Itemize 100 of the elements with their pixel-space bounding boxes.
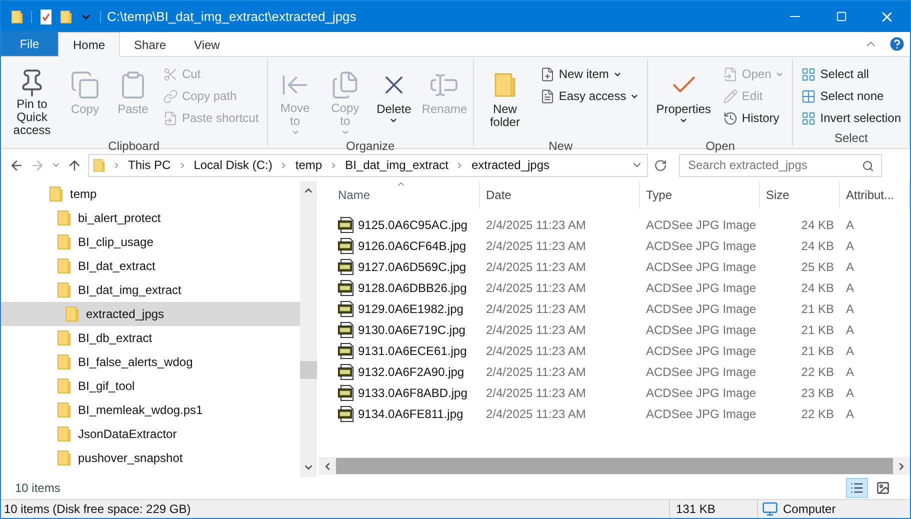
- nav-tree-item[interactable]: BI_gif_tool: [1, 374, 300, 398]
- folder-icon: [65, 306, 79, 322]
- details-view-button[interactable]: [846, 478, 868, 498]
- table-cell-text: 2/4/2025 11:23 AM: [486, 300, 586, 318]
- jpg-file-icon: [338, 322, 354, 338]
- table-cell-text: A: [846, 322, 854, 338]
- nav-tree-item[interactable]: temp: [1, 182, 300, 206]
- breadcrumb[interactable]: BI_dat_img_extract: [345, 156, 448, 174]
- ribbon-button[interactable]: Select all: [797, 63, 905, 85]
- folder-icon: [49, 186, 63, 202]
- breadcrumb[interactable]: extracted_jpgs: [471, 156, 550, 174]
- folder-icon: [57, 402, 71, 418]
- nav-tree-item[interactable]: pushover_snapshot: [1, 446, 300, 470]
- scroll-thumb[interactable]: [300, 361, 318, 379]
- jpg-file-icon: [338, 300, 354, 316]
- table-cell-text: 2/4/2025 11:23 AM: [486, 238, 586, 254]
- ribbon-button[interactable]: Invert selection: [797, 107, 905, 129]
- up-button[interactable]: [67, 158, 82, 172]
- table-cell[interactable]: 9125.0A6C95AC.jpg: [358, 216, 468, 234]
- scissors-icon: [162, 66, 178, 82]
- table-cell-text: 2/4/2025 11:23 AM: [486, 384, 586, 402]
- folder-icon: [494, 70, 516, 100]
- table-cell-text: ACDSee JPG Image: [646, 280, 756, 296]
- refresh-icon[interactable]: [654, 158, 667, 172]
- table-cell-text: A: [846, 238, 854, 254]
- breadcrumb[interactable]: Local Disk (C:): [194, 156, 272, 174]
- nav-tree-item[interactable]: BI_false_alerts_wdog: [1, 350, 300, 374]
- minimize-icon: [790, 16, 800, 17]
- separator-icon: [112, 160, 121, 170]
- folder-icon: [57, 330, 71, 346]
- grid-icon: [801, 66, 816, 82]
- grid-icon: [801, 110, 816, 126]
- nav-tree-item[interactable]: bi_alert_protect: [1, 206, 300, 230]
- jpg-file-icon: [338, 258, 354, 274]
- ribbon-tab[interactable]: View: [180, 32, 234, 57]
- column-header[interactable]: Date: [480, 181, 640, 209]
- column-header[interactable]: Attribut...: [840, 181, 910, 209]
- search-icon: [862, 160, 874, 172]
- table-cell-text: A: [846, 280, 854, 296]
- column-header[interactable]: Name: [332, 181, 480, 209]
- folder-icon: [57, 282, 71, 298]
- table-cell-text: ACDSee JPG Image: [646, 300, 756, 318]
- back-button[interactable]: [9, 158, 24, 172]
- ribbon-tab[interactable]: Share: [120, 32, 180, 57]
- nav-tree-item[interactable]: BI_dat_img_extract: [1, 278, 300, 302]
- ribbon-button[interactable]: Properties: [652, 63, 715, 137]
- table-cell[interactable]: 9130.0A6E719C.jpg: [358, 320, 466, 338]
- ribbon-button[interactable]: Pin to Quick access: [5, 63, 59, 137]
- file-tab[interactable]: File: [1, 31, 58, 56]
- folder-icon: [57, 210, 71, 226]
- help-icon[interactable]: [888, 35, 906, 53]
- breadcrumb[interactable]: This PC: [128, 156, 171, 174]
- table-cell[interactable]: 9127.0A6D569C.jpg: [358, 258, 466, 276]
- table-cell[interactable]: 9133.0A6F8ABD.jpg: [358, 384, 468, 402]
- address-bar[interactable]: This PC Local Disk (C:) temp BI_dat_img_extract extracted_jpgs: [88, 154, 648, 176]
- table-cell[interactable]: 9132.0A6F2A90.jpg: [358, 362, 464, 380]
- ribbon-tab[interactable]: Home: [58, 32, 120, 57]
- table-cell-text: ACDSee JPG Image: [646, 342, 756, 360]
- table-cell[interactable]: 9128.0A6DBB26.jpg: [358, 278, 467, 296]
- nav-tree-item[interactable]: JsonDataExtractor: [1, 422, 300, 446]
- table-cell-text: 21 KB: [801, 300, 834, 318]
- ribbon-button[interactable]: Easy access: [536, 85, 644, 107]
- column-header[interactable]: Size: [760, 181, 840, 209]
- properties-icon: [40, 8, 52, 24]
- table-cell[interactable]: 9134.0A6FE811.jpg: [358, 404, 464, 422]
- folder-icon: [57, 258, 71, 274]
- nav-tree-item[interactable]: BI_dat_extract: [1, 254, 300, 278]
- shortcut-icon: [162, 110, 178, 126]
- table-cell-text: A: [846, 384, 854, 402]
- ribbon-button[interactable]: Select none: [797, 85, 905, 107]
- horizontal-scrollbar[interactable]: [319, 457, 910, 475]
- vertical-scrollbar[interactable]: [300, 181, 318, 477]
- table-cell[interactable]: 9131.0A6ECE61.jpg: [358, 342, 467, 360]
- item-count: 10 items: [15, 480, 60, 497]
- table-cell[interactable]: 9129.0A6E1982.jpg: [358, 300, 464, 318]
- ribbon-button[interactable]: Delete: [372, 63, 416, 137]
- table-cell-text: 2/4/2025 11:23 AM: [486, 364, 586, 380]
- history-icon: [722, 110, 738, 126]
- nav-tree-item[interactable]: extracted_jpgs: [1, 302, 300, 326]
- window-title: C:\temp\BI_dat_img_extract\extracted_jpgs: [107, 8, 356, 26]
- breadcrumb[interactable]: temp: [295, 156, 322, 174]
- group-label: Clipboard: [107, 138, 161, 155]
- column-header[interactable]: Type: [640, 181, 760, 209]
- table-cell-text: 21 KB: [801, 322, 834, 338]
- ribbon-button[interactable]: New folder: [478, 63, 532, 137]
- copy-icon: [70, 70, 100, 100]
- jpg-file-icon: [338, 342, 354, 358]
- nav-tree-item[interactable]: BI_memleak_wdog.ps1: [1, 398, 300, 422]
- folder-icon: [57, 450, 71, 466]
- nav-tree-item[interactable]: BI_clip_usage: [1, 230, 300, 254]
- nav-tree-item[interactable]: BI_db_extract: [1, 326, 300, 350]
- search-field[interactable]: Search extracted_jpgs: [679, 154, 882, 176]
- group-label: Open: [704, 138, 736, 155]
- table-cell-text: A: [846, 300, 854, 318]
- computer-icon: [762, 501, 778, 517]
- table-cell[interactable]: 9126.0A6CF64B.jpg: [358, 236, 466, 254]
- group-label: Organize: [345, 138, 396, 155]
- ribbon-button[interactable]: History: [718, 107, 788, 129]
- scroll-thumb[interactable]: [336, 458, 893, 474]
- ribbon-button[interactable]: New item: [536, 63, 644, 85]
